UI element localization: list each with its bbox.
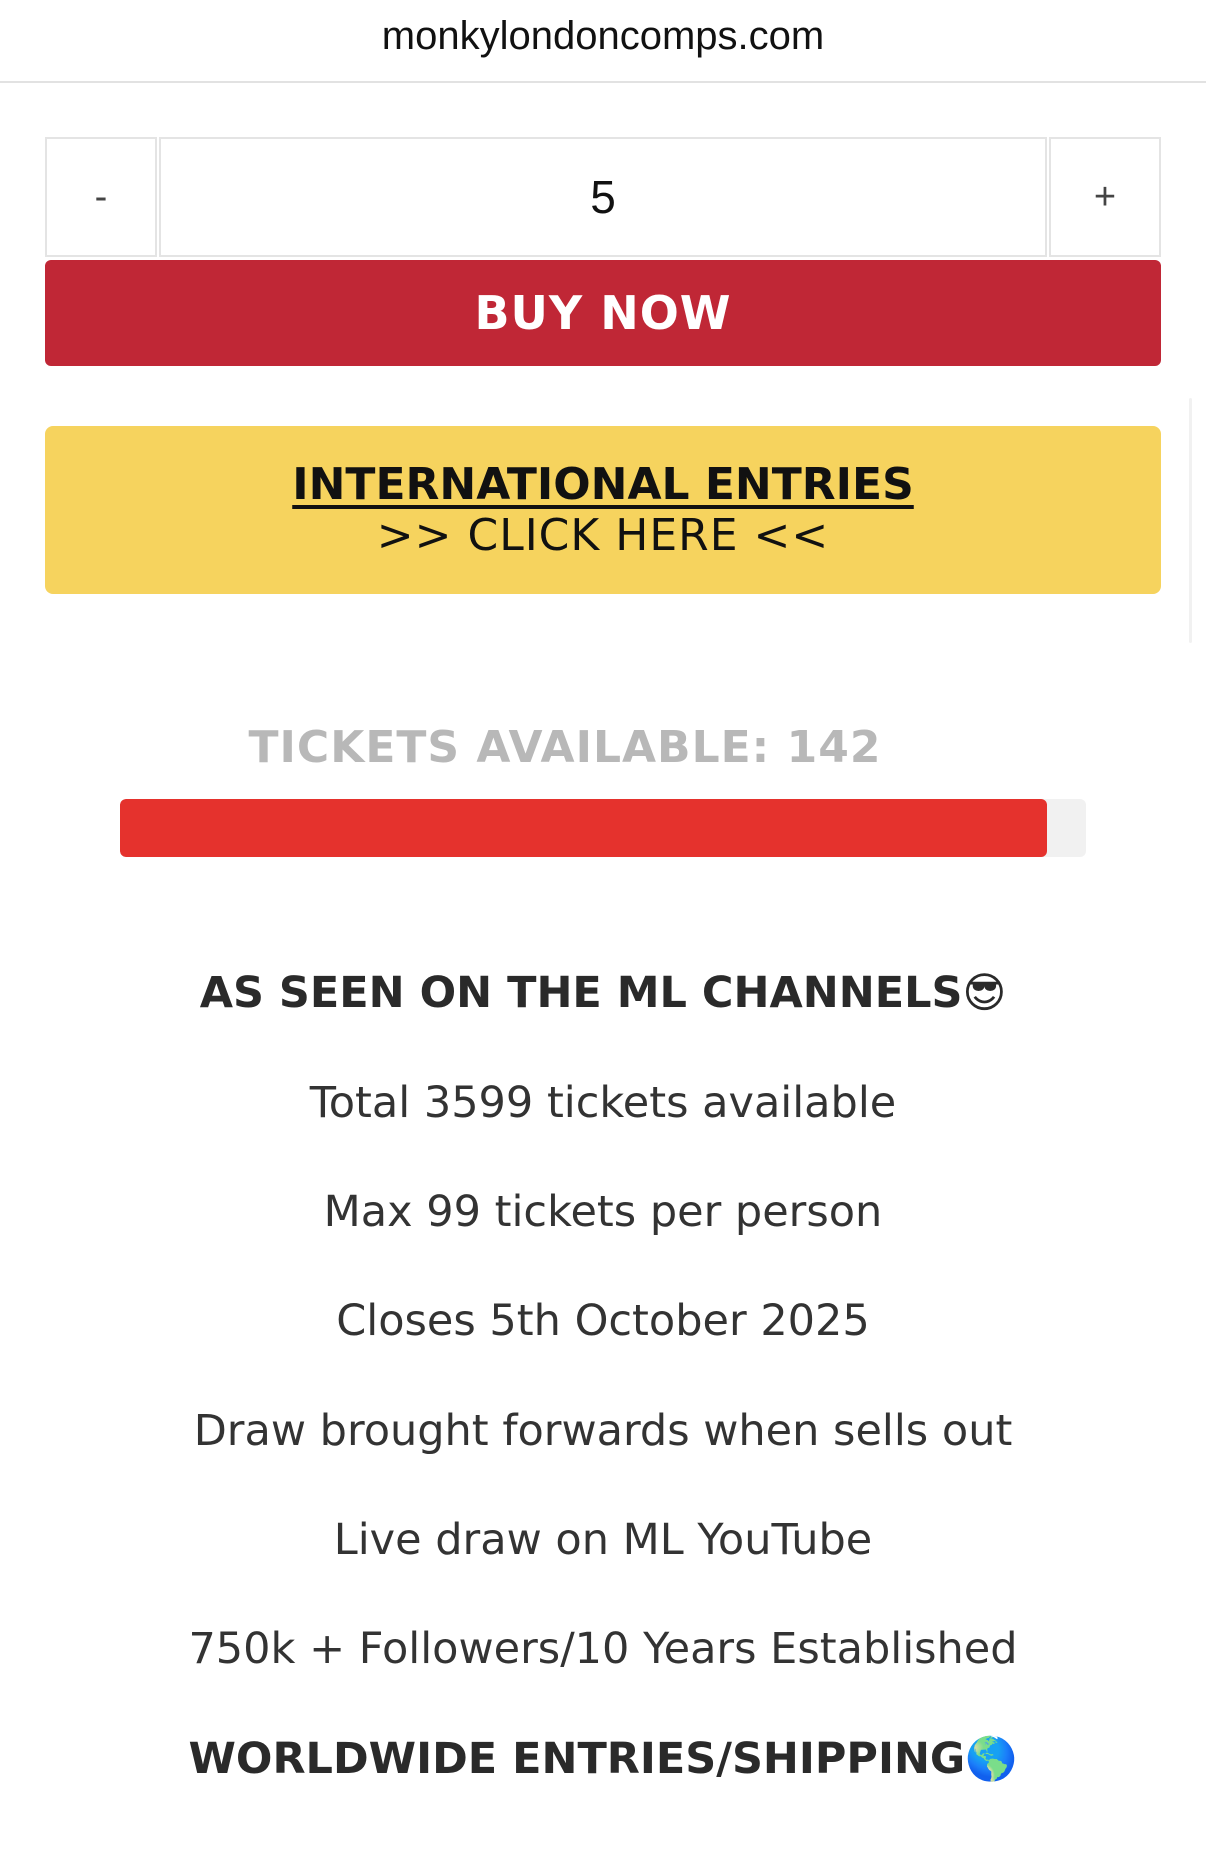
url-text[interactable]: monkylondoncomps.com [382, 14, 824, 59]
footer-text: WORLDWIDE ENTRIES/SHIPPING [188, 1734, 966, 1784]
tickets-available-label: TICKETS AVAILABLE: 142 [248, 722, 882, 773]
info-line-live: Live draw on ML YouTube [333, 1515, 873, 1565]
headline-text: AS SEEN ON THE ML CHANNELS [199, 968, 963, 1018]
info-line-followers: 750k + Followers/10 Years Established [188, 1624, 1018, 1674]
international-entries-title[interactable]: INTERNATIONAL ENTRIES [292, 459, 914, 511]
footer-headline: WORLDWIDE ENTRIES/SHIPPING🌎 [0, 1734, 1206, 1784]
quantity-input[interactable] [159, 137, 1047, 257]
info-line-closes: Closes 5th October 2025 [336, 1296, 870, 1346]
info-line-draw: Draw brought forwards when sells out [193, 1406, 1013, 1456]
scrollbar [1189, 398, 1192, 643]
tickets-progress-fill [120, 799, 1047, 857]
quantity-stepper: - + [45, 137, 1161, 257]
info-line-max: Max 99 tickets per person [323, 1187, 883, 1237]
decrement-button[interactable]: - [45, 137, 157, 257]
info-line-total: Total 3599 tickets available [309, 1078, 897, 1128]
buy-now-button[interactable]: BUY NOW [45, 260, 1161, 366]
tickets-progress-bar [120, 799, 1086, 857]
headline: AS SEEN ON THE ML CHANNELS😎 [0, 968, 1206, 1018]
page: monkylondoncomps.com - + BUY NOW INTERNA… [0, 0, 1206, 1852]
globe-emoji-icon: 🌎 [965, 1734, 1018, 1783]
address-bar[interactable]: monkylondoncomps.com [0, 0, 1206, 83]
sunglasses-emoji-icon: 😎 [962, 968, 1007, 1017]
increment-button[interactable]: + [1049, 137, 1161, 257]
international-entries-link[interactable]: >> CLICK HERE << [377, 511, 829, 561]
international-entries-banner[interactable]: INTERNATIONAL ENTRIES >> CLICK HERE << [45, 426, 1161, 594]
